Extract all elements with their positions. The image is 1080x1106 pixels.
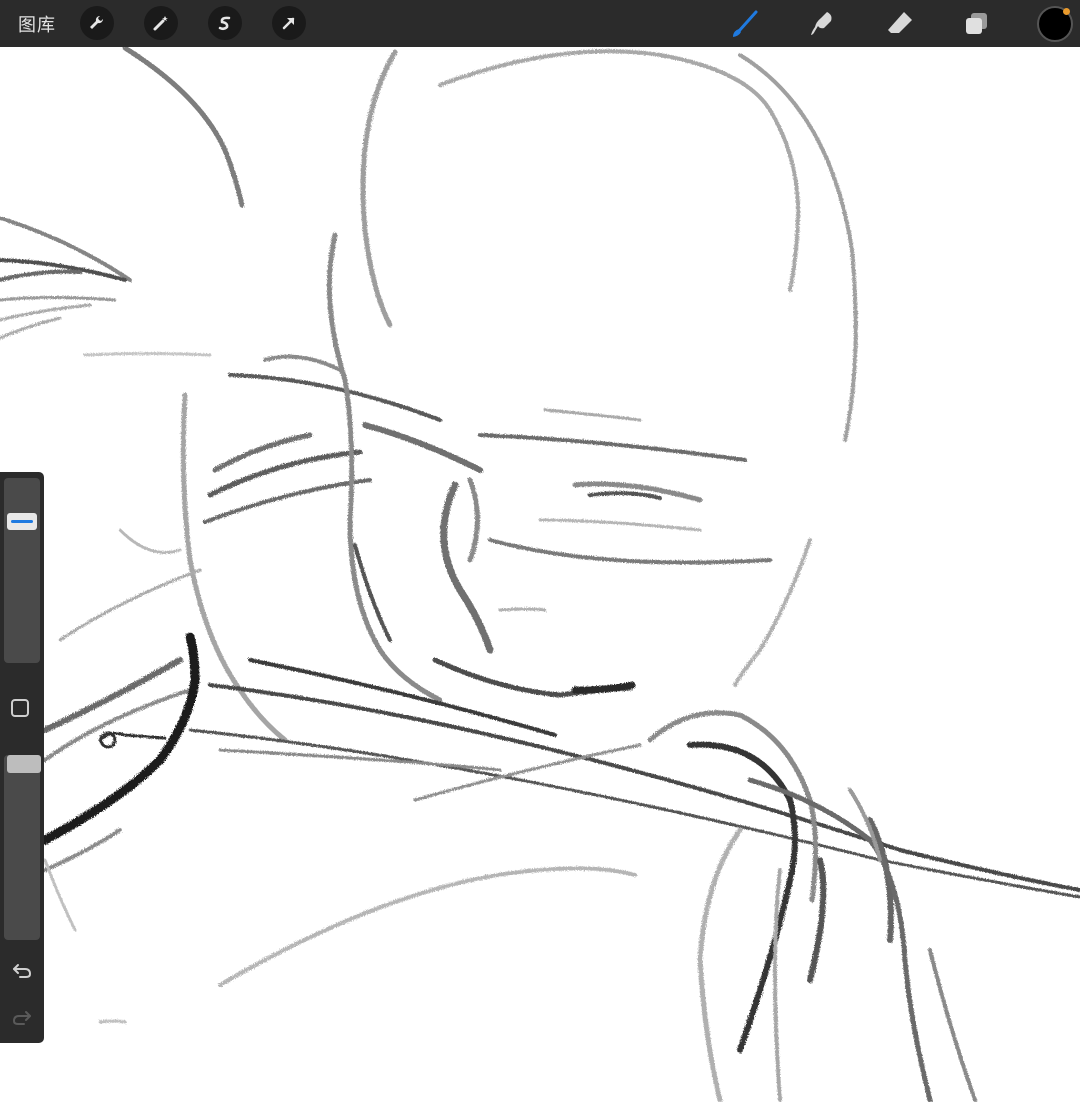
transform-arrow-icon[interactable]	[272, 6, 306, 40]
redo-arrow-icon[interactable]	[9, 1004, 35, 1030]
eraser-icon[interactable]	[883, 7, 917, 41]
brush-icon[interactable]	[728, 7, 762, 41]
brush-size-thumb[interactable]	[7, 513, 37, 530]
adjustments-magic-wand-icon[interactable]	[144, 6, 178, 40]
opacity-thumb[interactable]	[7, 755, 41, 773]
gallery-button[interactable]: 图库	[18, 11, 56, 37]
color-indicator-dot	[1063, 8, 1070, 15]
brush-size-slider[interactable]	[4, 478, 40, 663]
modify-button[interactable]	[11, 699, 29, 717]
actions-wrench-icon[interactable]	[80, 6, 114, 40]
top-toolbar: 图库	[0, 0, 1080, 47]
sketch-drawing	[0, 45, 1080, 1103]
smudge-icon[interactable]	[805, 7, 839, 41]
layers-icon[interactable]	[960, 7, 994, 41]
opacity-slider[interactable]	[4, 755, 41, 940]
size-thumb-indicator	[11, 520, 33, 523]
drawing-canvas[interactable]	[0, 45, 1080, 1103]
brush-sidebar	[0, 472, 44, 1043]
undo-arrow-icon[interactable]	[9, 957, 35, 983]
selection-s-icon[interactable]	[208, 6, 242, 40]
